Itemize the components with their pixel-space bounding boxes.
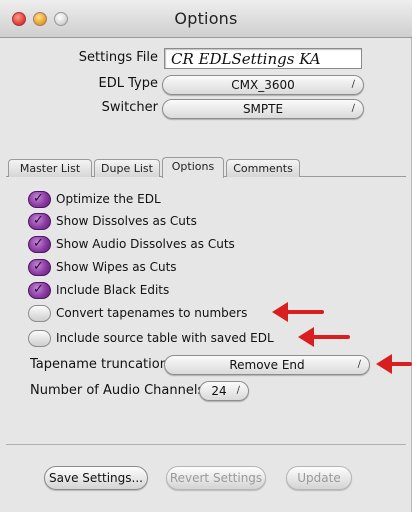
audio-channels-value: 24 xyxy=(211,384,227,398)
tab-options[interactable]: Options xyxy=(162,157,224,178)
checkbox-checked[interactable]: ✓ xyxy=(28,282,51,299)
option-label: Convert tapenames to numbers xyxy=(56,306,248,320)
arrow-shaft xyxy=(284,310,324,314)
audio-channels-label: Number of Audio Channels xyxy=(30,383,205,398)
tab-master-list[interactable]: Master List xyxy=(8,159,92,177)
checkbox-checked[interactable]: ✓ xyxy=(28,236,51,253)
settings-file-label: Settings File xyxy=(78,50,158,65)
edl-type-value: CMX_3600 xyxy=(231,78,295,92)
switcher-popup[interactable]: SMPTE ∕ xyxy=(162,99,364,119)
tapename-truncation-label: Tapename truncation xyxy=(30,357,168,372)
checkmark-icon: ✓ xyxy=(33,259,44,274)
checkmark-icon: ✓ xyxy=(33,236,44,251)
checkbox-checked[interactable]: ✓ xyxy=(28,213,51,230)
section-divider xyxy=(6,444,406,445)
title-bar[interactable]: Options xyxy=(0,0,412,38)
options-window: Options Settings File CR EDLSettings KA … xyxy=(0,0,412,512)
save-settings-button[interactable]: Save Settings... xyxy=(44,466,148,490)
red-arrow-icon xyxy=(298,327,350,347)
chevron-up-down-icon: ∕ xyxy=(351,79,355,90)
checkmark-icon: ✓ xyxy=(33,282,44,297)
chevron-up-down-icon: ∕ xyxy=(351,103,355,114)
tab-comments[interactable]: Comments xyxy=(226,159,300,177)
option-label: Include Black Edits xyxy=(56,283,170,297)
red-arrow-icon xyxy=(376,354,412,374)
tapename-truncation-popup[interactable]: Remove End ∕ xyxy=(164,355,370,375)
option-label: Show Audio Dissolves as Cuts xyxy=(56,237,235,251)
red-arrow-icon xyxy=(272,302,324,322)
window-title: Options xyxy=(174,9,238,28)
arrow-shaft xyxy=(310,335,350,339)
arrow-shaft xyxy=(388,362,412,366)
switcher-label: Switcher xyxy=(101,100,158,115)
edl-type-popup[interactable]: CMX_3600 ∕ xyxy=(162,75,364,95)
chevron-up-down-icon: ∕ xyxy=(357,359,361,370)
tapename-truncation-value: Remove End xyxy=(229,358,305,372)
checkmark-icon: ✓ xyxy=(33,191,44,206)
option-label: Show Wipes as Cuts xyxy=(56,260,177,274)
checkbox-checked[interactable]: ✓ xyxy=(28,259,51,276)
revert-settings-button[interactable]: Revert Settings xyxy=(166,466,266,490)
checkbox-checked[interactable]: ✓ xyxy=(28,191,51,208)
audio-channels-popup[interactable]: 24 ∕ xyxy=(199,381,249,401)
edl-type-label: EDL Type xyxy=(98,76,158,91)
update-button[interactable]: Update xyxy=(286,466,352,490)
option-label: Show Dissolves as Cuts xyxy=(56,214,197,228)
option-label: Optimize the EDL xyxy=(56,192,161,206)
switcher-value: SMPTE xyxy=(242,102,284,116)
checkbox-unchecked[interactable] xyxy=(28,330,51,347)
chevron-up-down-icon: ∕ xyxy=(236,385,240,396)
settings-file-field[interactable]: CR EDLSettings KA xyxy=(164,48,362,69)
option-label: Include source table with saved EDL xyxy=(56,331,274,345)
checkbox-unchecked[interactable] xyxy=(28,305,51,322)
tab-dupe-list[interactable]: Dupe List xyxy=(94,159,160,177)
checkmark-icon: ✓ xyxy=(33,213,44,228)
